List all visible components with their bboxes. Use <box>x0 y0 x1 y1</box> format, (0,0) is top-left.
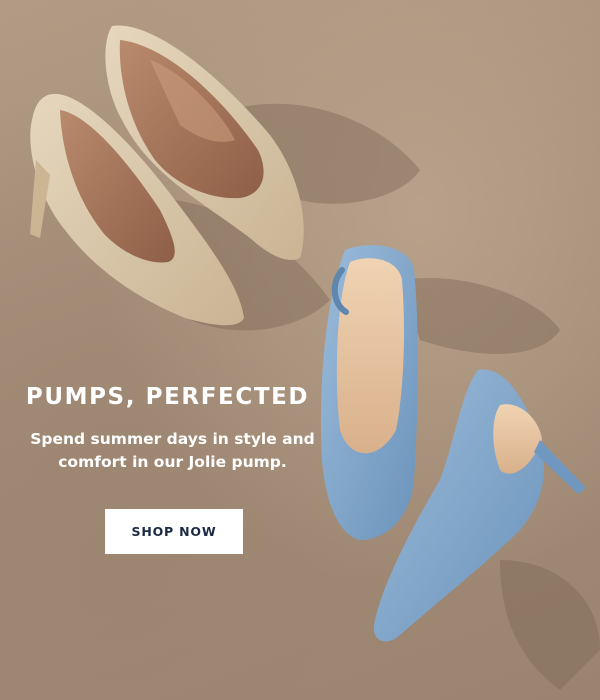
product-photo-pumps <box>30 25 600 690</box>
hero-subtext: Spend summer days in style and comfort i… <box>30 430 315 471</box>
denim-slingback-back <box>320 245 418 541</box>
page-title: PUMPS, PERFECTED <box>25 384 310 410</box>
hero-banner[interactable]: PUMPS, PERFECTED Spend summer days in st… <box>0 0 600 700</box>
shop-now-button[interactable]: SHOP NOW <box>105 509 243 554</box>
